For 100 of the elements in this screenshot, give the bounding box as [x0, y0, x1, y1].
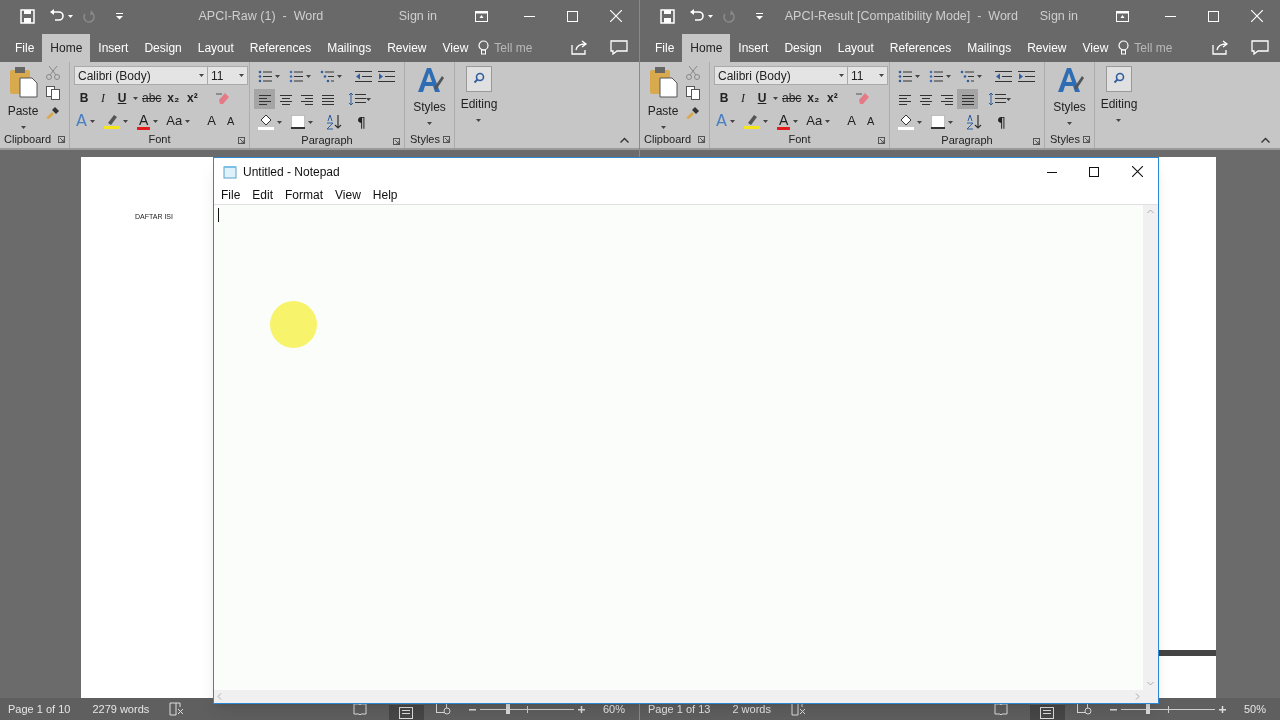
paste-button[interactable]: Paste [4, 66, 42, 130]
paintbrush-icon[interactable] [686, 106, 700, 120]
caret-icon[interactable] [366, 97, 371, 101]
web-layout-icon[interactable] [435, 703, 451, 715]
format-button[interactable]: abc [781, 89, 803, 107]
caret-icon[interactable] [708, 14, 713, 18]
zoom-slider-thumb[interactable] [1146, 704, 1151, 714]
caret-icon[interactable] [133, 96, 138, 100]
close-icon[interactable] [1132, 166, 1143, 177]
shrink-font-button[interactable]: A [226, 112, 235, 130]
caret-icon[interactable] [185, 119, 191, 123]
sign-in-link[interactable]: Sign in [398, 6, 437, 26]
caret-icon[interactable] [277, 120, 282, 124]
copy-icon[interactable] [46, 86, 60, 100]
caret-icon[interactable] [122, 119, 128, 123]
collapse-ribbon-icon[interactable] [1261, 137, 1270, 143]
caret-icon[interactable] [660, 126, 666, 129]
caret-icon[interactable] [427, 122, 432, 125]
sort-icon[interactable] [966, 114, 982, 130]
caret-icon[interactable] [239, 74, 244, 77]
print-layout-button[interactable] [1029, 705, 1065, 720]
caret-icon[interactable] [337, 74, 342, 78]
font-color-button[interactable]: A [776, 112, 791, 130]
caret-icon[interactable] [977, 74, 982, 78]
caret-icon[interactable] [476, 119, 482, 122]
decrease-indent-icon[interactable] [355, 69, 372, 83]
caret-icon[interactable] [20, 126, 26, 129]
zoom-slider[interactable] [1120, 703, 1215, 715]
line-spacing-icon[interactable] [348, 92, 366, 106]
dialog-launcher-icon[interactable] [393, 138, 400, 145]
numbering-icon[interactable] [929, 69, 943, 83]
ribbon-tab[interactable]: References [881, 34, 960, 62]
bullets-icon[interactable] [258, 69, 272, 83]
sort-icon[interactable] [326, 114, 342, 130]
caret-icon[interactable] [917, 120, 922, 124]
ribbon-tab[interactable]: Home [682, 34, 731, 62]
font-size-dropdown[interactable]: 11 [848, 66, 888, 85]
caret-icon[interactable] [915, 74, 920, 78]
zoom-in-icon[interactable] [577, 705, 585, 713]
ribbon-tab[interactable]: View [434, 34, 477, 62]
caret-icon[interactable] [89, 119, 95, 123]
caret-icon[interactable] [825, 119, 831, 123]
zoom-in-icon[interactable] [1218, 705, 1226, 713]
dialog-launcher-icon[interactable] [238, 137, 245, 144]
format-button[interactable]: I [95, 89, 111, 107]
share-icon[interactable] [1212, 40, 1229, 55]
caret-icon[interactable] [793, 119, 799, 123]
font-size-dropdown[interactable]: 11 [208, 66, 248, 85]
collapse-ribbon-icon[interactable] [620, 137, 629, 143]
share-icon[interactable] [571, 40, 588, 55]
caret-icon[interactable] [153, 119, 159, 123]
copy-icon[interactable] [686, 86, 700, 100]
caret-icon[interactable] [946, 74, 951, 78]
dialog-launcher-icon[interactable] [1083, 136, 1090, 143]
show-formatting-marks-button[interactable]: ¶ [997, 111, 1006, 133]
paintbrush-icon[interactable] [46, 106, 60, 120]
styles-button[interactable]: Styles [409, 66, 450, 130]
caret-icon[interactable] [308, 120, 313, 124]
proofing-icon[interactable] [790, 702, 806, 716]
caret-icon[interactable] [773, 96, 778, 100]
print-layout-button[interactable] [388, 705, 424, 720]
highlighter-icon[interactable] [103, 113, 120, 129]
shrink-font-button[interactable]: A [866, 112, 875, 130]
maximize-icon[interactable] [1089, 166, 1099, 177]
read-mode-icon[interactable] [993, 703, 1008, 715]
dialog-launcher-icon[interactable] [1033, 138, 1040, 145]
menu-item[interactable]: View [329, 185, 367, 204]
grow-font-button[interactable]: A [207, 111, 216, 131]
caret-icon[interactable] [762, 119, 768, 123]
editing-button[interactable]: Editing [460, 66, 498, 122]
customize-toolbar-icon[interactable] [756, 12, 763, 20]
dialog-launcher-icon[interactable] [58, 136, 65, 143]
caret-icon[interactable] [879, 74, 884, 77]
caret-icon[interactable] [948, 120, 953, 124]
read-mode-icon[interactable] [352, 703, 367, 715]
ribbon-tab[interactable]: Mailings [319, 34, 380, 62]
lightbulb-icon[interactable] [478, 40, 490, 56]
ribbon-tab[interactable]: References [241, 34, 320, 62]
font-name-dropdown[interactable]: Calibri (Body) [74, 66, 208, 85]
zoom-slider-thumb[interactable] [506, 704, 511, 714]
caret-icon[interactable] [1067, 122, 1072, 125]
undo-icon[interactable] [49, 9, 65, 23]
ribbon-tab[interactable]: Design [136, 34, 190, 62]
format-button[interactable]: abc [141, 89, 163, 107]
zoom-level[interactable]: 60% [602, 700, 625, 718]
caret-icon[interactable] [68, 14, 73, 18]
format-button[interactable]: B [716, 89, 732, 107]
dialog-launcher-icon[interactable] [698, 136, 705, 143]
show-formatting-marks-button[interactable]: ¶ [357, 111, 366, 133]
shading-bucket-icon[interactable] [898, 114, 914, 130]
save-icon[interactable] [20, 8, 35, 24]
menu-item[interactable]: Help [366, 185, 404, 204]
comment-icon[interactable] [1251, 40, 1269, 55]
ribbon-display-options-icon[interactable] [1116, 10, 1129, 22]
comment-icon[interactable] [610, 40, 628, 55]
ribbon-tab[interactable]: Home [42, 34, 91, 62]
format-button[interactable]: x₂ [805, 89, 822, 107]
dialog-launcher-icon[interactable] [878, 137, 885, 144]
multilevel-list-icon[interactable] [960, 69, 974, 83]
multilevel-list-icon[interactable] [320, 69, 334, 83]
